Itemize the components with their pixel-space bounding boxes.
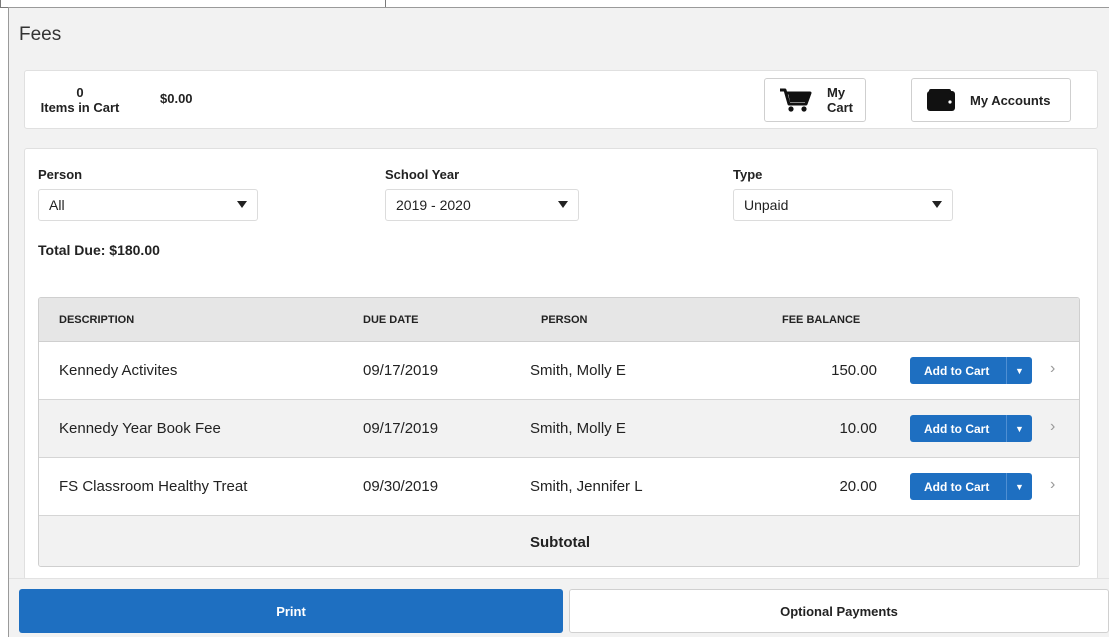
row-due-date: 09/17/2019 [363,362,439,379]
add-to-cart-button[interactable]: Add to Cart ▼ [910,415,1032,442]
row-person: Smith, Molly E [530,420,626,437]
caret-down-icon [932,201,942,208]
print-label: Print [276,603,306,619]
page-title: Fees [19,24,62,45]
add-to-cart-button[interactable]: Add to Cart ▼ [910,473,1032,500]
my-cart-label: My Cart [827,85,854,115]
row-fee-balance: 150.00 [831,362,877,379]
row-description: Kennedy Year Book Fee [59,420,221,437]
column-header-description: DESCRIPTION [59,314,135,326]
row-due-date: 09/30/2019 [363,478,439,495]
school-year-select-value: 2019 - 2020 [396,197,471,213]
wallet-icon [926,88,956,112]
type-select-value: Unpaid [744,197,789,213]
table-row[interactable]: Kennedy Year Book Fee 09/17/2019 Smith, … [39,400,1079,458]
caret-down-icon [558,201,568,208]
caret-down-icon[interactable]: ▼ [1007,424,1032,434]
cart-count-value: 0 [76,85,84,100]
row-person: Smith, Molly E [530,362,626,379]
add-to-cart-label: Add to Cart [924,479,990,494]
cart-total: $0.00 [160,91,193,106]
table-header: DESCRIPTION DUE DATE PERSON FEE BALANCE [39,298,1079,342]
total-due: Total Due: $180.00 [38,242,160,258]
subtotal-label: Subtotal [530,534,590,551]
type-select[interactable]: Unpaid [733,189,953,221]
row-due-date: 09/17/2019 [363,420,439,437]
cart-icon [779,87,813,113]
row-description: Kennedy Activites [59,362,178,379]
school-year-select[interactable]: 2019 - 2020 [385,189,579,221]
caret-down-icon[interactable]: ▼ [1007,482,1032,492]
type-filter-label: Type [733,167,763,182]
chevron-right-icon[interactable]: › [1050,476,1055,494]
column-header-fee-balance: FEE BALANCE [782,314,861,326]
row-fee-balance: 20.00 [839,478,877,495]
optional-payments-button[interactable]: Optional Payments [569,589,1109,633]
school-year-filter-label: School Year [385,167,460,182]
caret-down-icon [237,201,247,208]
person-filter-label: Person [38,167,83,182]
cart-summary-bar: 0 Items in Cart $0.00 My Cart My Account… [24,70,1098,129]
add-to-cart-label: Add to Cart [924,363,990,378]
table-row[interactable]: FS Classroom Healthy Treat 09/30/2019 Sm… [39,458,1079,516]
person-select[interactable]: All [38,189,258,221]
cart-item-count: 0 Items in Cart [25,85,135,115]
add-to-cart-label: Add to Cart [924,421,990,436]
row-description: FS Classroom Healthy Treat [59,478,248,495]
optional-payments-label: Optional Payments [780,603,898,619]
column-header-due-date: DUE DATE [363,314,419,326]
page-header: Fees [9,8,1109,63]
my-accounts-label: My Accounts [970,92,1051,108]
print-button[interactable]: Print [19,589,563,633]
row-person: Smith, Jennifer L [530,478,643,495]
fees-panel: Person All School Year 2019 - 2020 Type … [24,148,1098,580]
caret-down-icon[interactable]: ▼ [1007,366,1032,376]
add-to-cart-button[interactable]: Add to Cart ▼ [910,357,1032,384]
my-cart-button[interactable]: My Cart [764,78,866,122]
cart-count-label: Items in Cart [40,100,120,115]
row-fee-balance: 10.00 [839,420,877,437]
chevron-right-icon[interactable]: › [1050,360,1055,378]
footer-action-bar: Print Optional Payments [9,578,1109,637]
chevron-right-icon[interactable]: › [1050,418,1055,436]
table-row[interactable]: Kennedy Activites 09/17/2019 Smith, Moll… [39,342,1079,400]
fees-table: DESCRIPTION DUE DATE PERSON FEE BALANCE … [38,297,1080,567]
my-accounts-button[interactable]: My Accounts [911,78,1071,122]
subtotal-row: Subtotal [39,516,1079,566]
column-header-person: PERSON [541,314,588,326]
person-select-value: All [49,197,65,213]
